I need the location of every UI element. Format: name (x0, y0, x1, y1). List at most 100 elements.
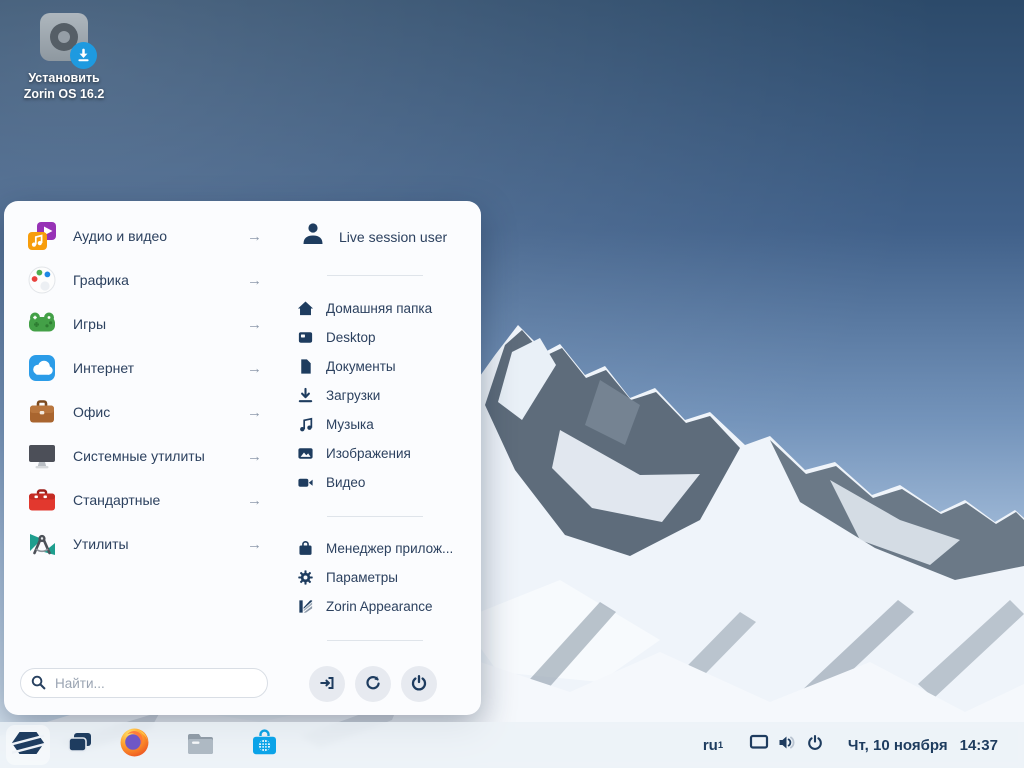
zorin-menu-icon (11, 730, 45, 761)
home-icon (297, 300, 314, 317)
documents-icon (297, 358, 314, 375)
places-list: Домашняя папка Desktop Документы (297, 294, 432, 497)
app-settings[interactable]: Параметры (297, 563, 453, 592)
chevron-right-icon: → (247, 360, 262, 377)
user-name: Live session user (339, 229, 447, 245)
category-label: Графика (73, 272, 129, 288)
accessories-icon (27, 485, 57, 515)
files-icon (186, 729, 215, 762)
clock-time: 14:37 (960, 737, 998, 754)
category-label: Системные утилиты (73, 448, 205, 464)
software-store-launcher[interactable] (249, 722, 279, 768)
app-software-manager[interactable]: Менеджер прилож... (297, 534, 453, 563)
place-desktop[interactable]: Desktop (297, 323, 432, 352)
category-label: Игры (73, 316, 106, 332)
system-utilities-icon (27, 441, 57, 471)
divider (327, 275, 423, 276)
category-accessories[interactable]: Стандартные → (18, 478, 268, 522)
apps-list: Менеджер прилож... (297, 534, 453, 621)
taskbar: ru1 Чт, 10 ноября 14:37 (0, 722, 1024, 768)
category-label: Стандартные (73, 492, 160, 508)
firefox-icon (119, 727, 150, 763)
software-store-icon (250, 728, 279, 762)
keyboard-layout-index: 1 (718, 740, 723, 751)
app-label: Zorin Appearance (326, 599, 433, 614)
category-utilities[interactable]: Утилиты → (18, 522, 268, 566)
zorin-app-menu: Аудио и видео → Графика → (4, 201, 481, 715)
place-downloads[interactable]: Загрузки (297, 381, 432, 410)
chevron-right-icon: → (247, 448, 262, 465)
place-label: Музыка (326, 417, 374, 432)
chevron-right-icon: → (247, 228, 262, 245)
category-office[interactable]: Офис → (18, 390, 268, 434)
category-graphics[interactable]: Графика → (18, 258, 268, 302)
place-label: Desktop (326, 330, 376, 345)
logout-icon (318, 674, 336, 695)
window-switcher-button[interactable] (66, 722, 94, 768)
zorin-appearance-icon (297, 598, 314, 615)
place-pictures[interactable]: Изображения (297, 439, 432, 468)
desktop-folder-icon (297, 329, 314, 346)
session-buttons (309, 666, 437, 702)
videos-icon (297, 474, 314, 491)
place-home[interactable]: Домашняя папка (297, 294, 432, 323)
chevron-right-icon: → (247, 404, 262, 421)
display-status-button[interactable] (748, 722, 770, 768)
settings-gear-icon (297, 569, 314, 586)
power-icon (806, 734, 824, 757)
category-label: Утилиты (73, 536, 129, 552)
audio-video-icon (27, 221, 57, 251)
keyboard-layout-code: ru (703, 737, 718, 754)
restart-button[interactable] (355, 666, 391, 702)
logout-button[interactable] (309, 666, 345, 702)
category-games[interactable]: Игры → (18, 302, 268, 346)
install-launcher-label: Установить Zorin OS 16.2 (14, 70, 114, 102)
place-label: Загрузки (326, 388, 380, 403)
place-label: Изображения (326, 446, 411, 461)
power-status-button[interactable] (804, 722, 826, 768)
chevron-right-icon: → (247, 536, 262, 553)
window-switcher-icon (67, 731, 94, 760)
clock[interactable]: Чт, 10 ноября 14:37 (848, 722, 998, 768)
install-zorin-launcher[interactable]: Установить Zorin OS 16.2 (14, 10, 114, 102)
chevron-right-icon: → (247, 316, 262, 333)
category-system-utilities[interactable]: Системные утилиты → (18, 434, 268, 478)
app-label: Параметры (326, 570, 398, 585)
divider (327, 640, 423, 641)
place-label: Видео (326, 475, 365, 490)
place-videos[interactable]: Видео (297, 468, 432, 497)
office-icon (27, 397, 57, 427)
firefox-launcher[interactable] (118, 722, 150, 768)
user-avatar-icon (300, 221, 326, 252)
place-label: Документы (326, 359, 396, 374)
app-zorin-appearance[interactable]: Zorin Appearance (297, 592, 453, 621)
user-row[interactable]: Live session user (300, 221, 447, 252)
utilities-icon (27, 529, 57, 559)
software-manager-icon (297, 540, 314, 557)
volume-status-button[interactable] (776, 722, 798, 768)
internet-icon (27, 353, 57, 383)
place-music[interactable]: Музыка (297, 410, 432, 439)
chevron-right-icon: → (247, 272, 262, 289)
category-label: Интернет (73, 360, 134, 376)
place-label: Домашняя папка (326, 301, 432, 316)
files-launcher[interactable] (185, 722, 215, 768)
clock-date: Чт, 10 ноября (848, 737, 948, 754)
display-icon (749, 733, 769, 757)
category-label: Офис (73, 404, 110, 420)
place-documents[interactable]: Документы (297, 352, 432, 381)
chevron-right-icon: → (247, 492, 262, 509)
category-label: Аудио и видео (73, 228, 167, 244)
search-input[interactable] (20, 668, 268, 698)
pictures-icon (297, 445, 314, 462)
app-label: Менеджер прилож... (326, 541, 453, 556)
music-icon (297, 416, 314, 433)
download-badge-icon (70, 42, 97, 69)
keyboard-layout-indicator[interactable]: ru1 (700, 722, 726, 768)
power-button[interactable] (401, 666, 437, 702)
category-internet[interactable]: Интернет → (18, 346, 268, 390)
volume-icon (777, 733, 797, 757)
power-icon (410, 674, 428, 695)
category-audio-video[interactable]: Аудио и видео → (18, 214, 268, 258)
zorin-menu-button[interactable] (6, 725, 50, 765)
